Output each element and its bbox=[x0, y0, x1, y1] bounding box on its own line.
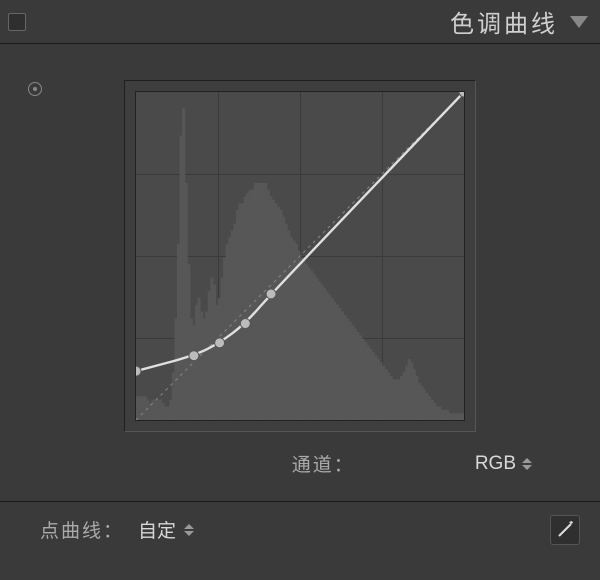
curve-point[interactable] bbox=[266, 289, 276, 299]
panel-title: 色调曲线 bbox=[450, 4, 558, 39]
stepper-icon bbox=[184, 524, 194, 536]
channel-label: 通道： bbox=[292, 450, 355, 477]
panel-header-chip bbox=[8, 13, 26, 31]
point-curve-select[interactable]: 自定 bbox=[138, 516, 194, 543]
stepper-icon bbox=[522, 458, 532, 470]
point-curve-label: 点曲线： bbox=[40, 516, 124, 543]
channel-select[interactable]: RGB bbox=[475, 453, 532, 475]
curve-point[interactable] bbox=[240, 319, 250, 329]
panel-header: 色调曲线 bbox=[0, 0, 600, 44]
curve-editor[interactable] bbox=[135, 91, 465, 421]
curve-point[interactable] bbox=[215, 338, 225, 348]
channel-row: 通道： RGB bbox=[28, 432, 572, 491]
curve-point[interactable] bbox=[136, 366, 141, 376]
point-curve-value-text: 自定 bbox=[138, 516, 176, 543]
target-adjust-icon[interactable] bbox=[28, 82, 42, 96]
edit-curve-button[interactable] bbox=[550, 515, 580, 545]
curve-svg bbox=[136, 92, 464, 420]
curve-point[interactable] bbox=[189, 351, 199, 361]
channel-value-text: RGB bbox=[475, 453, 516, 475]
bottom-bar: 点曲线： 自定 bbox=[0, 501, 600, 557]
panel-body: 通道： RGB bbox=[0, 44, 600, 501]
pencil-icon bbox=[556, 521, 574, 539]
collapse-triangle-icon[interactable] bbox=[570, 16, 588, 28]
curve-editor-frame bbox=[124, 80, 476, 432]
